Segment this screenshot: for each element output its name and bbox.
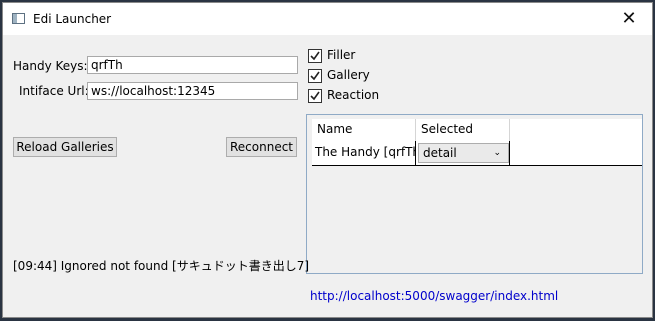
- cell-variant: detail ⌄: [416, 141, 510, 165]
- checkmark-icon: [310, 51, 320, 61]
- app-icon: [12, 13, 25, 24]
- reload-galleries-button[interactable]: Reload Galleries: [13, 137, 117, 157]
- filler-label: Filler: [327, 48, 356, 62]
- swagger-link[interactable]: http://localhost:5000/swagger/index.html: [310, 289, 558, 303]
- close-button[interactable]: ✕: [606, 3, 652, 35]
- chevron-down-icon: ⌄: [493, 148, 501, 158]
- variant-dropdown-value: detail: [423, 146, 457, 160]
- title-bar[interactable]: Edi Launcher ✕: [3, 3, 652, 35]
- table-row[interactable]: The Handy [qrfTh] detail ⌄: [312, 141, 642, 166]
- checkmark-icon: [310, 91, 320, 101]
- cell-name: The Handy [qrfTh]: [312, 141, 416, 165]
- handy-keys-label: Handy Keys:: [13, 59, 88, 73]
- column-header-name[interactable]: Name: [312, 119, 416, 141]
- reconnect-button[interactable]: Reconnect: [226, 137, 297, 157]
- filler-checkbox[interactable]: [308, 49, 322, 63]
- checkmark-icon: [310, 71, 320, 81]
- client-area: Handy Keys: qrfTh Intiface Url: ws://loc…: [3, 35, 652, 317]
- handy-keys-input[interactable]: qrfTh: [87, 56, 298, 74]
- window-title: Edi Launcher: [33, 12, 112, 26]
- column-header-selected-variant[interactable]: Selected Variant: [416, 119, 510, 156]
- intiface-url-input[interactable]: ws://localhost:12345: [87, 82, 298, 100]
- devices-grid[interactable]: Name Selected Variant The Handy [qrfTh] …: [306, 114, 643, 274]
- reaction-label: Reaction: [327, 88, 380, 102]
- intiface-url-label: Intiface Url:: [19, 84, 89, 98]
- reaction-checkbox[interactable]: [308, 89, 322, 103]
- variant-dropdown[interactable]: detail ⌄: [418, 143, 509, 163]
- gallery-checkbox[interactable]: [308, 69, 322, 83]
- grid-header: Name Selected Variant: [312, 119, 642, 156]
- main-window: Edi Launcher ✕ Handy Keys: qrfTh Intifac…: [2, 2, 653, 318]
- gallery-label: Gallery: [327, 68, 370, 82]
- status-log: [09:44] Ignored not found [サキュドット書き出し7]: [13, 259, 310, 273]
